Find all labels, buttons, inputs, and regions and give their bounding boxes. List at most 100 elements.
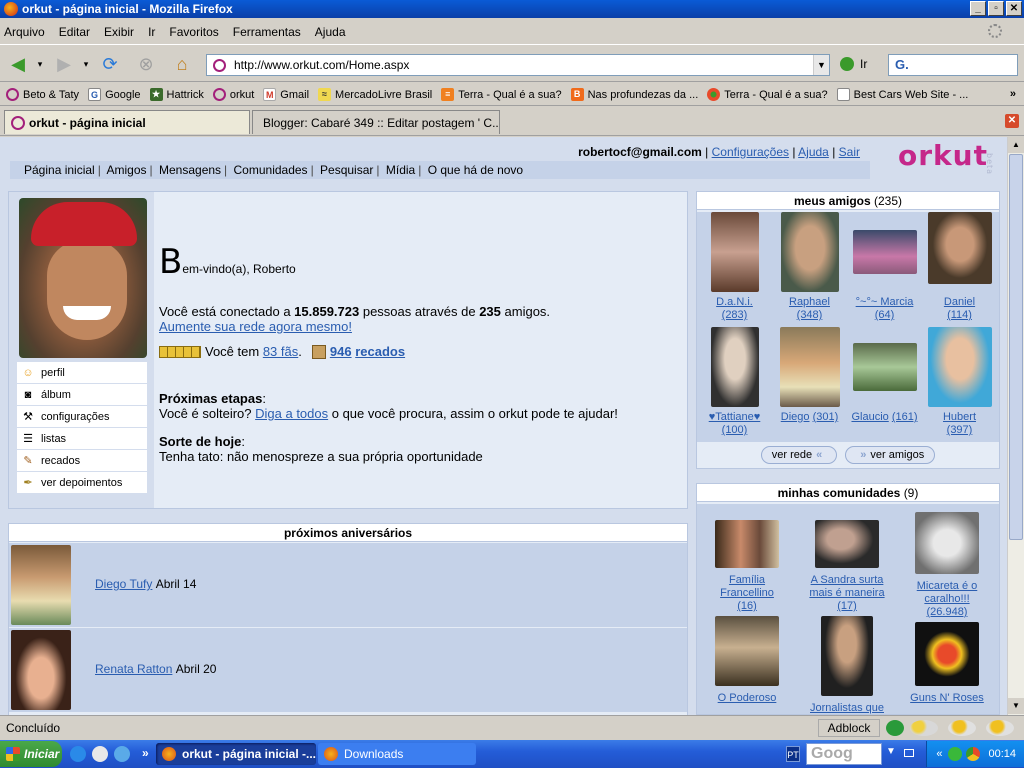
friend-name-link[interactable]: °~°~ Marcia	[856, 296, 914, 308]
nav-communities[interactable]: Comunidades	[234, 163, 308, 177]
window-title-bar[interactable]: orkut - página inicial - Mozilla Firefox…	[0, 0, 1024, 18]
community-name-link[interactable]: O Poderoso	[718, 692, 777, 704]
guns-n-roses-logo[interactable]	[915, 622, 979, 686]
community-photo[interactable]	[815, 520, 879, 568]
nav-home[interactable]: Página inicial	[24, 163, 95, 177]
bookmark-item[interactable]: Best Cars Web Site - ...	[836, 88, 968, 101]
weather-sun-icon[interactable]	[948, 720, 976, 736]
menu-ajuda[interactable]: Ajuda	[315, 25, 346, 39]
friend-name-link[interactable]: D.a.N.i.	[716, 296, 753, 308]
google-deskbar-input[interactable]: Goog	[806, 743, 882, 765]
community-name-link[interactable]: Micareta é o	[917, 580, 978, 592]
language-indicator[interactable]: PT	[786, 746, 800, 762]
nav-media[interactable]: Mídia	[386, 163, 415, 177]
friend-photo[interactable]	[927, 327, 992, 407]
friend-count-link[interactable]: (348)	[797, 309, 823, 321]
reload-icon[interactable]: ⟳	[98, 53, 122, 75]
nav-messages[interactable]: Mensagens	[159, 163, 221, 177]
friend-count-link[interactable]: (301)	[813, 411, 839, 423]
friend-count-link[interactable]: (64)	[875, 309, 895, 321]
bookmark-item[interactable]: ≡ Terra - Qual é a sua?	[441, 88, 562, 101]
birthday-name-link[interactable]: Diego Tufy	[95, 577, 152, 591]
community-name-link[interactable]: Guns N' Roses	[910, 692, 984, 704]
menu-ferramentas[interactable]: Ferramentas	[233, 25, 301, 39]
weather-sun-icon[interactable]	[986, 720, 1014, 736]
bookmark-item[interactable]: ★ Hattrick	[149, 88, 204, 101]
chrome-icon[interactable]	[966, 747, 981, 761]
menu-settings[interactable]: ⚒ configurações	[17, 406, 147, 428]
tray-expand-icon[interactable]: «	[936, 748, 942, 760]
menu-exibir[interactable]: Exibir	[104, 25, 134, 39]
friend-count-link[interactable]: (397)	[947, 424, 973, 436]
bookmark-item[interactable]: G Google	[88, 88, 141, 101]
scroll-down-icon[interactable]: ▼	[1008, 698, 1024, 714]
friend-name-link[interactable]: Glaucio	[851, 411, 888, 423]
page-scrollbar[interactable]: ▲ ▼	[1007, 137, 1024, 715]
fans-link[interactable]: 83 fãs	[263, 344, 298, 359]
orkut-logo[interactable]: orkut beta	[870, 139, 1000, 181]
clock[interactable]: 00:14	[988, 748, 1016, 760]
quicklaunch-more-icon[interactable]: »	[142, 746, 149, 760]
tell-everyone-link[interactable]: Diga a todos	[255, 406, 328, 421]
friend-photo[interactable]	[710, 212, 759, 292]
view-network-button[interactable]: ver rede «	[760, 446, 838, 464]
birthday-name-link[interactable]: Renata Ratton	[95, 662, 172, 676]
friend-count-link[interactable]: (114)	[947, 309, 972, 321]
bookmark-item[interactable]: B Nas profundezas da ...	[570, 88, 698, 101]
close-tab-icon[interactable]: ✕	[1005, 114, 1019, 128]
community-count-link[interactable]: (17)	[837, 600, 857, 612]
friend-count-link[interactable]: (283)	[722, 309, 748, 321]
friend-photo[interactable]	[11, 630, 71, 710]
url-dropdown-icon[interactable]: ▼	[813, 55, 829, 75]
community-name-link[interactable]: caralho!!!	[924, 593, 969, 605]
start-button[interactable]: Iniciar	[0, 741, 62, 767]
grow-network-link[interactable]: Aumente sua rede agora mesmo!	[159, 319, 352, 334]
nav-search[interactable]: Pesquisar	[320, 163, 373, 177]
friend-photo[interactable]	[11, 545, 71, 625]
taskbar-downloads-button[interactable]: Downloads	[318, 743, 476, 765]
bookmark-item[interactable]: ≈ MercadoLivre Brasil	[318, 88, 432, 101]
forward-arrow-icon[interactable]: ▶	[52, 53, 76, 75]
community-name-link[interactable]: Família	[729, 574, 765, 586]
minimize-button[interactable]: _	[970, 1, 986, 16]
bookmark-item[interactable]: M Gmail	[263, 88, 309, 101]
back-arrow-icon[interactable]: ◀	[6, 53, 30, 75]
scraps-link[interactable]: recados	[355, 344, 405, 359]
ie-icon[interactable]	[70, 746, 86, 762]
menu-scraps[interactable]: ✎ recados	[17, 450, 147, 472]
view-friends-button[interactable]: » ver amigos	[845, 446, 936, 464]
weather-cloud-icon[interactable]	[910, 720, 938, 736]
friend-name-link[interactable]: ♥Tattiane♥	[709, 411, 761, 423]
menu-profile[interactable]: ☺ perfil	[17, 362, 147, 384]
settings-link[interactable]: Configurações	[712, 145, 789, 159]
status-green-icon[interactable]	[886, 720, 904, 736]
friend-photo[interactable]	[927, 212, 992, 284]
community-count-link[interactable]: (16)	[737, 600, 757, 612]
stop-icon[interactable]: ⊗	[134, 53, 158, 75]
adblock-button[interactable]: Adblock	[818, 719, 880, 737]
media-player-icon[interactable]	[92, 746, 108, 762]
friend-name-link[interactable]: Daniel	[944, 296, 975, 308]
help-link[interactable]: Ajuda	[798, 145, 829, 159]
forward-dropdown-icon[interactable]: ▾	[80, 53, 92, 75]
home-icon[interactable]: ⌂	[170, 53, 194, 75]
messenger-icon[interactable]	[948, 747, 963, 761]
scroll-thumb[interactable]	[1009, 154, 1023, 540]
menu-arquivo[interactable]: Arquivo	[4, 25, 45, 39]
go-button[interactable]: Ir	[840, 57, 867, 71]
community-name-link[interactable]: A Sandra surta	[811, 574, 884, 586]
nav-friends[interactable]: Amigos	[107, 163, 147, 177]
menu-editar[interactable]: Editar	[59, 25, 90, 39]
bookmark-item[interactable]: Beto & Taty	[6, 88, 79, 101]
menu-favoritos[interactable]: Favoritos	[169, 25, 218, 39]
friend-photo[interactable]	[779, 327, 840, 407]
community-name-link[interactable]: Jornalistas que	[810, 702, 884, 714]
tab-blogger[interactable]: Blogger: Cabaré 349 :: Editar postagem '…	[252, 110, 500, 134]
menu-album[interactable]: ◙ álbum	[17, 384, 147, 406]
url-bar[interactable]: http://www.orkut.com/Home.aspx ▼	[206, 54, 830, 76]
friend-name-link[interactable]: Diego	[781, 411, 810, 423]
back-dropdown-icon[interactable]: ▾	[34, 53, 46, 75]
community-photo[interactable]	[915, 512, 979, 574]
profile-photo[interactable]	[19, 198, 147, 358]
friend-name-link[interactable]: Raphael	[789, 296, 830, 308]
